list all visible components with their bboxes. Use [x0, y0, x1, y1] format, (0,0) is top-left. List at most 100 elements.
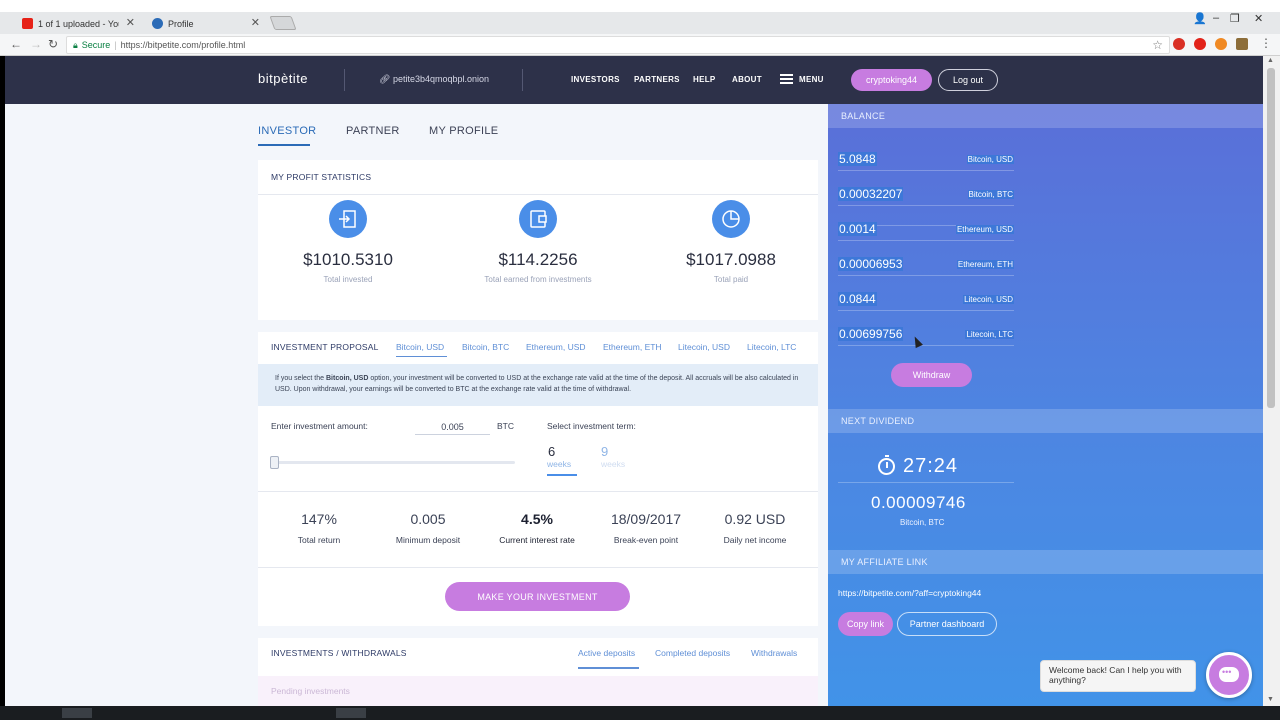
tab-withdrawals[interactable]: Withdrawals: [751, 648, 797, 658]
term-9-unit[interactable]: weeks: [601, 459, 625, 469]
metric-value: 4.5%: [521, 511, 553, 527]
metric-label: Current interest rate: [499, 535, 575, 545]
metric-minimum-deposit: 0.005 Minimum deposit: [373, 511, 483, 545]
user-icon[interactable]: 👤: [1193, 12, 1207, 25]
term-6-number[interactable]: 6: [548, 444, 555, 459]
pending-label: Pending investments: [271, 686, 350, 696]
dividend-currency: Bitcoin, BTC: [900, 518, 945, 527]
chat-icon: [1219, 667, 1239, 682]
balance-currency: Bitcoin, USD: [966, 155, 1014, 164]
tab-completed-deposits[interactable]: Completed deposits: [655, 648, 730, 658]
os-taskbar: [0, 706, 1280, 720]
metric-value: 0.92 USD: [724, 511, 786, 527]
secure-label: Secure: [81, 40, 111, 50]
browser-menu-icon[interactable]: ⋮: [1260, 36, 1272, 50]
balance-row: 0.0014 Ethereum, USD: [838, 217, 1014, 241]
extension-abp-icon[interactable]: [1173, 38, 1185, 50]
chat-button[interactable]: [1206, 652, 1252, 698]
balance-value: 0.00699756: [838, 327, 904, 341]
coin-tab-ethereum-eth[interactable]: Ethereum, ETH: [603, 342, 662, 352]
bookmark-star-icon[interactable]: ☆: [1152, 38, 1163, 52]
term-9-number[interactable]: 9: [601, 444, 608, 459]
close-icon[interactable]: ✕: [126, 16, 135, 29]
back-icon[interactable]: ←: [10, 37, 22, 51]
onion-link[interactable]: 🔗︎ petite3b4qmoqbpl.onion: [379, 74, 489, 85]
extension-opera-icon[interactable]: [1194, 38, 1206, 50]
stat-label: Total earned from investments: [484, 275, 592, 284]
site-header: bitpètite 🔗︎ petite3b4qmoqbpl.onion INVE…: [5, 56, 1263, 104]
account-sidebar: BALANCE 5.0848 Bitcoin, USD 0.00032207 B…: [828, 104, 1263, 706]
stat-value: $1010.5310: [303, 250, 393, 269]
nav-investors[interactable]: INVESTORS: [571, 75, 620, 84]
tab-active-deposits[interactable]: Active deposits: [578, 648, 635, 658]
balance-currency: Bitcoin, BTC: [967, 190, 1014, 199]
balance-row: 0.00006953 Ethereum, ETH: [838, 252, 1014, 276]
investment-amount-input[interactable]: [415, 419, 490, 435]
coin-tab-bitcoin-btc[interactable]: Bitcoin, BTC: [462, 342, 509, 352]
tab-title: 1 of 1 uploaded - YouTu: [38, 18, 119, 29]
balance-row: 0.00699756 Litecoin, LTC: [838, 322, 1014, 346]
nav-help[interactable]: HELP: [693, 75, 716, 84]
url-text: https://bitpetite.com/profile.html: [120, 40, 246, 50]
amount-unit: BTC: [497, 421, 514, 431]
close-window-icon[interactable]: ✕: [1254, 12, 1263, 25]
tab-investor[interactable]: INVESTOR: [258, 125, 316, 137]
coin-tab-ethereum-usd[interactable]: Ethereum, USD: [526, 342, 586, 352]
nav-about[interactable]: ABOUT: [732, 75, 762, 84]
site-logo[interactable]: bitpètite: [258, 71, 308, 86]
affiliate-link[interactable]: https://bitpetite.com/?aff=cryptoking44: [838, 588, 981, 598]
make-investment-button[interactable]: MAKE YOUR INVESTMENT: [445, 582, 630, 611]
tab-my-profile[interactable]: MY PROFILE: [429, 125, 498, 137]
metric-label: Break-even point: [613, 535, 679, 545]
copy-link-button[interactable]: Copy link: [838, 612, 893, 636]
username-button[interactable]: cryptoking44: [851, 69, 932, 91]
card-title: MY PROFIT STATISTICS: [271, 172, 372, 182]
amount-slider-track[interactable]: [275, 461, 515, 464]
window-edge: [0, 0, 1280, 12]
stat-label: Total paid: [713, 275, 749, 284]
close-icon[interactable]: ✕: [251, 16, 260, 29]
metric-label: Minimum deposit: [395, 535, 461, 545]
withdraw-button[interactable]: Withdraw: [891, 363, 972, 387]
forward-icon[interactable]: →: [30, 37, 42, 51]
browser-tab-youtube[interactable]: 1 of 1 uploaded - YouTu ✕: [8, 13, 143, 34]
conversion-notice: If you select the Bitcoin, USD option, y…: [258, 364, 818, 406]
pie-chart-icon: [712, 200, 750, 238]
coin-tab-litecoin-usd[interactable]: Litecoin, USD: [678, 342, 730, 352]
deposit-tab-indicator: [578, 667, 639, 669]
chat-greeting[interactable]: Welcome back! Can I help you with anythi…: [1040, 660, 1196, 692]
coin-tab-bitcoin-usd[interactable]: Bitcoin, USD: [396, 342, 444, 352]
term-6-unit[interactable]: weeks: [547, 459, 571, 469]
reload-icon[interactable]: ↻: [48, 37, 58, 51]
card-title: INVESTMENT PROPOSAL: [271, 342, 379, 352]
new-tab-button[interactable]: [269, 16, 297, 30]
stat-value: $114.2256: [498, 250, 578, 269]
browser-tabstrip: 1 of 1 uploaded - YouTu ✕ Profile ✕ 👤 – …: [0, 0, 1280, 34]
login-icon: [329, 200, 367, 238]
stat-total-invested: $1010.5310 Total invested: [258, 200, 438, 284]
metric-interest-rate: 4.5% Current interest rate: [482, 511, 592, 545]
balance-row: 0.00032207 Bitcoin, BTC: [838, 182, 1014, 206]
scrollbar-thumb[interactable]: [1267, 68, 1275, 408]
wallet-icon: [519, 200, 557, 238]
affiliate-header: MY AFFILIATE LINK: [828, 550, 1263, 574]
nav-partners[interactable]: PARTNERS: [634, 75, 680, 84]
amount-slider-handle[interactable]: [270, 456, 279, 469]
card-title: INVESTMENTS / WITHDRAWALS: [271, 648, 407, 658]
minimize-icon[interactable]: –: [1213, 12, 1219, 24]
restore-icon[interactable]: ❐: [1230, 12, 1240, 25]
partner-dashboard-button[interactable]: Partner dashboard: [897, 612, 997, 636]
coin-tab-litecoin-ltc[interactable]: Litecoin, LTC: [747, 342, 796, 352]
tab-partner[interactable]: PARTNER: [346, 125, 400, 137]
logout-button[interactable]: Log out: [938, 69, 998, 91]
address-bar[interactable]: 🔒︎ Secure | https://bitpetite.com/profil…: [66, 36, 1170, 54]
hamburger-icon[interactable]: [780, 74, 793, 84]
metric-value: 18/09/2017: [610, 511, 682, 527]
nav-menu[interactable]: MENU: [799, 75, 824, 84]
browser-tab-profile[interactable]: Profile ✕: [138, 13, 268, 34]
extension-box-icon[interactable]: [1236, 38, 1248, 50]
page-scrollbar[interactable]: ▲ ▼: [1263, 56, 1280, 706]
page: bitpètite 🔗︎ petite3b4qmoqbpl.onion INVE…: [5, 56, 1263, 706]
extension-orange-icon[interactable]: [1215, 38, 1227, 50]
balance-value: 0.00006953: [838, 257, 904, 271]
